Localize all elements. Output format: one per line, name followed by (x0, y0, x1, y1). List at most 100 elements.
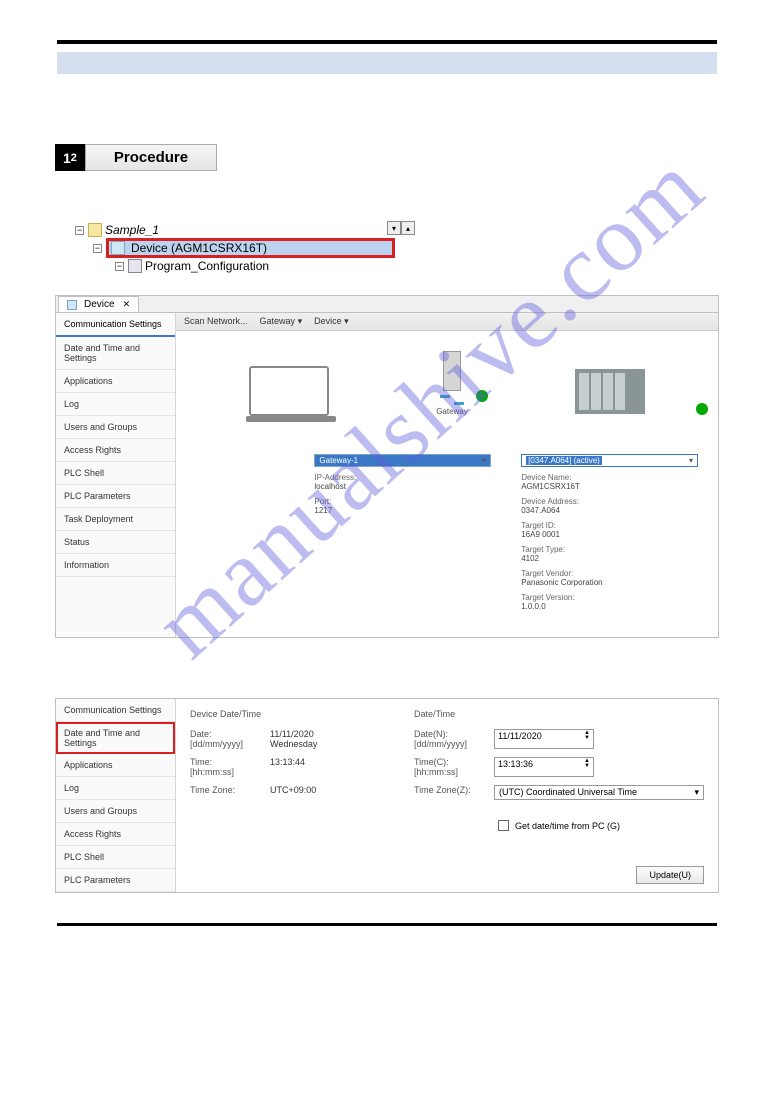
plc-icon (575, 369, 645, 414)
time2-label: Time(C): (414, 757, 449, 767)
sidebar-item-access[interactable]: Access Rights (56, 439, 175, 462)
devname-value: AGM1CSRX16T (521, 482, 698, 491)
chevron-down-icon: ▾ (689, 456, 693, 465)
device-panel-datetime: Communication Settings Date and Time and… (55, 698, 719, 893)
tz2-label: Time Zone(Z): (414, 785, 484, 800)
scan-network-button[interactable]: Scan Network... (184, 316, 248, 327)
sidebar-item-status[interactable]: Status (56, 531, 175, 554)
devaddr-value: 0347.A064 (521, 506, 698, 515)
ip-label: IP-Address: (314, 473, 491, 482)
date2-label: Date(N): (414, 729, 448, 739)
port-label: Port: (314, 497, 491, 506)
sidebar-item-comm[interactable]: Communication Settings (56, 699, 175, 722)
comm-main: Scan Network... Gateway ▾ Device ▾ Gatew… (176, 313, 718, 637)
targetid-label: Target ID: (521, 521, 698, 530)
side-nav-2: Communication Settings Date and Time and… (56, 699, 176, 892)
comm-toolbar: Scan Network... Gateway ▾ Device ▾ (176, 313, 718, 331)
close-icon[interactable]: ✕ (123, 299, 131, 310)
side-nav: Communication Settings Date and Time and… (56, 313, 176, 637)
tz-select-value: (UTC) Coordinated Universal Time (499, 787, 637, 798)
chevron-down-icon: ▾ (482, 456, 486, 465)
targetid-value: 16A9 0001 (521, 530, 698, 539)
datetime-group: Date/Time Date(N):[dd/mm/yyyy] 11/11/202… (414, 709, 704, 882)
sidebar-item-log[interactable]: Log (56, 777, 175, 800)
date-input-value: 11/11/2020 (498, 731, 542, 747)
sidebar-item-plcparams[interactable]: PLC Parameters (56, 485, 175, 508)
sidebar-item-access[interactable]: Access Rights (56, 823, 175, 846)
device-dt-title: Device Date/Time (190, 709, 384, 719)
spinner-icon[interactable]: ▲▼ (584, 731, 590, 747)
sidebar-item-log[interactable]: Log (56, 393, 175, 416)
tree-program-row[interactable]: − Program_Configuration (75, 257, 395, 275)
project-tree: − Sample_1 ▾ ▴ − Device (AGM1CSRX16T) − … (75, 221, 395, 275)
tree-up-icon[interactable]: ▴ (401, 221, 415, 235)
tree-device-label: Device (AGM1CSRX16T) (131, 241, 267, 255)
device-icon (111, 241, 125, 255)
gateway-menu[interactable]: Gateway ▾ (260, 316, 303, 327)
device-menu-label: Device (314, 316, 342, 326)
sidebar-item-comm[interactable]: Communication Settings (56, 313, 175, 337)
sidebar-item-users[interactable]: Users and Groups (56, 800, 175, 823)
tree-device-row[interactable]: − Device (AGM1CSRX16T) (75, 239, 395, 257)
tz-value: UTC+09:00 (270, 785, 316, 795)
collapse-icon[interactable]: − (75, 226, 84, 235)
laptop-icon (249, 366, 329, 416)
day-value: Wednesday (270, 739, 317, 749)
targetvendor-label: Target Vendor: (521, 569, 698, 578)
device-menu[interactable]: Device ▾ (314, 316, 349, 327)
spinner-icon[interactable]: ▲▼ (584, 759, 590, 775)
device-info: [0347.A064] (active) ▾ Device Name: AGM1C… (521, 454, 698, 617)
date-input[interactable]: 11/11/2020 ▲▼ (494, 729, 594, 749)
update-button[interactable]: Update(U) (636, 866, 704, 884)
device-select-value: [0347.A064] (active) (526, 456, 602, 465)
collapse-icon[interactable]: − (115, 262, 124, 271)
devname-label: Device Name: (521, 473, 698, 482)
collapse-icon[interactable]: − (93, 244, 102, 253)
dt-title: Date/Time (414, 709, 704, 719)
get-from-pc-row[interactable]: Get date/time from PC (G) (414, 820, 704, 831)
timezone-select[interactable]: (UTC) Coordinated Universal Time ▾ (494, 785, 704, 800)
device-select[interactable]: [0347.A064] (active) ▾ (521, 454, 698, 467)
tz-label: Time Zone: (190, 785, 260, 795)
gateway-icon: Gateway (436, 351, 468, 431)
gateway-label: Gateway (436, 407, 468, 416)
targetver-value: 1.0.0.0 (521, 602, 698, 611)
checkbox-label: Get date/time from PC (G) (515, 821, 620, 831)
date-value: 11/11/2020 (270, 729, 314, 739)
sidebar-item-plcshell[interactable]: PLC Shell (56, 462, 175, 485)
devaddr-label: Device Address: (521, 497, 698, 506)
tree-root-label: Sample_1 (105, 223, 159, 237)
chevron-down-icon: ▾ (694, 787, 699, 798)
tree-program-label: Program_Configuration (145, 259, 269, 273)
sidebar-item-apps[interactable]: Applications (56, 370, 175, 393)
procedure-number: 12 (55, 144, 85, 171)
sidebar-item-apps[interactable]: Applications (56, 754, 175, 777)
procedure-title: Procedure (85, 144, 217, 171)
date-format: [dd/mm/yyyy] (190, 739, 243, 749)
sidebar-item-datetime[interactable]: Date and Time and Settings (56, 337, 175, 370)
targettype-label: Target Type: (521, 545, 698, 554)
date2-format: [dd/mm/yyyy] (414, 739, 467, 749)
bottom-rule (57, 923, 717, 926)
datetime-main: Device Date/Time Date:[dd/mm/yyyy] 11/11… (176, 699, 718, 892)
checkbox-icon[interactable] (498, 820, 509, 831)
sidebar-item-datetime[interactable]: Date and Time and Settings (56, 722, 175, 754)
tree-dropdown-icon[interactable]: ▾ (387, 221, 401, 235)
time-input[interactable]: 13:13:36 ▲▼ (494, 757, 594, 777)
tab-strip: Device ✕ (56, 296, 718, 313)
connection-diagram: Gateway (176, 331, 718, 451)
tab-device[interactable]: Device ✕ (58, 296, 139, 312)
sidebar-item-users[interactable]: Users and Groups (56, 416, 175, 439)
time-input-value: 13:13:36 (498, 759, 533, 775)
proc-num-main: 1 (63, 150, 71, 166)
gateway-select[interactable]: Gateway-1▾ (314, 454, 491, 467)
sidebar-item-task[interactable]: Task Deployment (56, 508, 175, 531)
project-icon (88, 223, 102, 237)
tree-root-row[interactable]: − Sample_1 ▾ ▴ (75, 221, 395, 239)
sidebar-item-plcparams[interactable]: PLC Parameters (56, 869, 175, 892)
sidebar-item-info[interactable]: Information (56, 554, 175, 577)
top-rule (57, 40, 717, 44)
sidebar-item-plcshell[interactable]: PLC Shell (56, 846, 175, 869)
procedure-heading: 12 Procedure (55, 144, 719, 171)
proc-num-sub: 2 (71, 152, 77, 164)
